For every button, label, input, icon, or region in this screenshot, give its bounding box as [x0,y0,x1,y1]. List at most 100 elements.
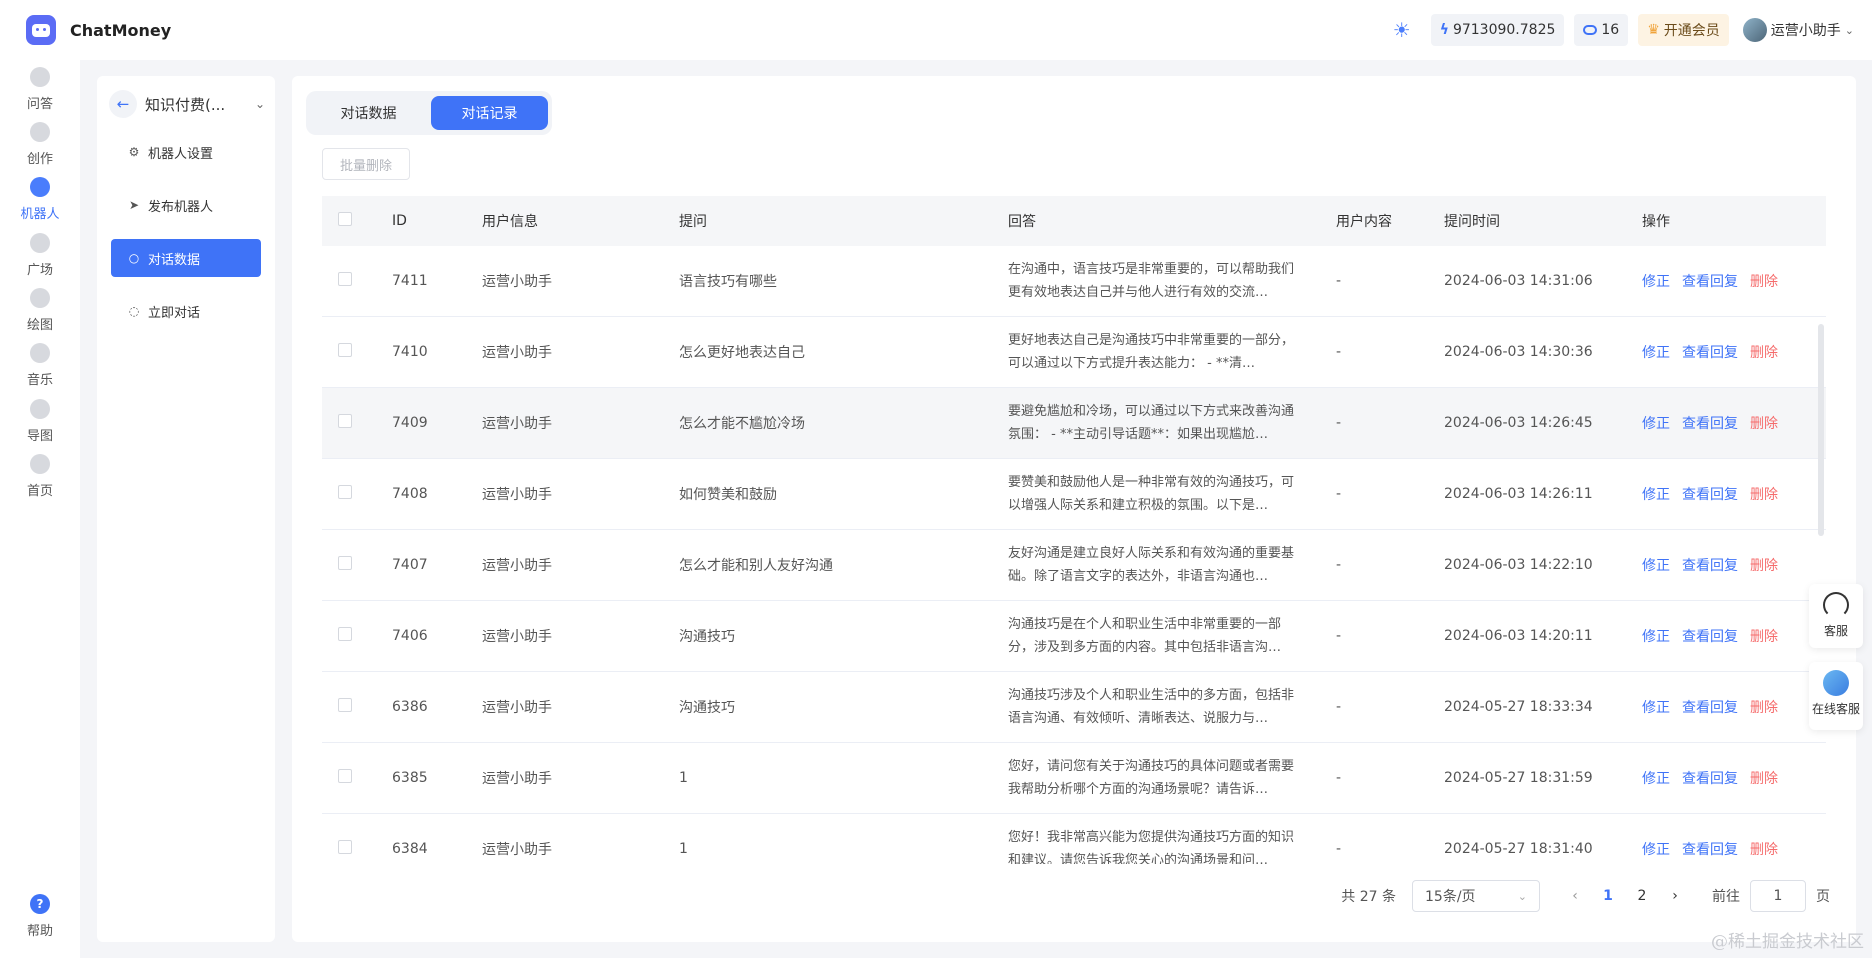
fix-link[interactable]: 修正 [1642,413,1670,433]
tab-chat-data[interactable]: 对话数据 [310,96,427,130]
customer-service-button[interactable]: 客服 [1809,584,1863,648]
row-checkbox[interactable] [338,627,352,641]
rail-item-robot[interactable]: 机器人 [0,177,80,222]
table-row[interactable]: 7409 运营小助手 怎么才能不尴尬冷场 要避免尴尬和冷场，可以通过以下方式来改善沟通… [322,388,1826,459]
grid-icon [30,233,50,253]
rail-item-music[interactable]: 音乐 [0,343,80,388]
delete-link[interactable]: 删除 [1750,839,1778,859]
cell-time: 2024-06-03 14:26:45 [1444,415,1593,431]
cell-answer: 要避免尴尬和冷场，可以通过以下方式来改善沟通氛围： - **主动引导话题**：如… [1008,404,1295,442]
row-checkbox[interactable] [338,769,352,783]
delete-link[interactable]: 删除 [1750,697,1778,717]
table-row[interactable]: 7410 运营小助手 怎么更好地表达自己 更好地表达自己是沟通技巧中非常重要的一部分，… [322,317,1826,388]
table-body: 7411 运营小助手 语言技巧有哪些 在沟通中，语言技巧是非常重要的，可以帮助我们更有… [322,246,1826,864]
table-row[interactable]: 6384 运营小助手 1 您好！我非常高兴能为您提供沟通技巧方面的知识和建议。请您告诉… [322,814,1826,864]
theme-sun-icon[interactable]: ☀ [1391,18,1413,42]
page-number[interactable]: 1 [1596,888,1620,904]
row-checkbox[interactable] [338,698,352,712]
row-checkbox[interactable] [338,272,352,286]
chat-bubble-icon [1583,25,1598,35]
view-reply-link[interactable]: 查看回复 [1682,839,1738,859]
brand[interactable]: ChatMoney [26,15,171,45]
view-reply-link[interactable]: 查看回复 [1682,484,1738,504]
delete-link[interactable]: 删除 [1750,484,1778,504]
delete-link[interactable]: 删除 [1750,413,1778,433]
view-reply-link[interactable]: 查看回复 [1682,271,1738,291]
delete-link[interactable]: 删除 [1750,342,1778,362]
robot-selector[interactable]: ← 知识付费(... ⌄ [109,90,265,118]
table-row[interactable]: 7408 运营小助手 如何赞美和鼓励 要赞美和鼓励他人是一种非常有效的沟通技巧，可以增… [322,459,1826,530]
table-row[interactable]: 6386 运营小助手 沟通技巧 沟通技巧涉及个人和职业生活中的多方面，包括非语言沟通、… [322,672,1826,743]
page-number[interactable]: 2 [1630,888,1654,904]
delete-link[interactable]: 删除 [1750,555,1778,575]
bulk-delete-button[interactable]: 批量删除 [322,148,410,180]
cell-time: 2024-05-27 18:31:40 [1444,841,1593,857]
tab-chat-records[interactable]: 对话记录 [431,96,548,130]
fix-link[interactable]: 修正 [1642,839,1670,859]
table-row[interactable]: 7407 运营小助手 怎么才能和别人友好沟通 友好沟通是建立良好人际关系和有效沟通的重… [322,530,1826,601]
rail-item-drawing[interactable]: 绘图 [0,288,80,333]
table-row[interactable]: 7411 运营小助手 语言技巧有哪些 在沟通中，语言技巧是非常重要的，可以帮助我们更有… [322,246,1826,317]
delete-link[interactable]: 删除 [1750,768,1778,788]
service-label: 客服 [1823,624,1848,638]
table-scrollbar[interactable] [1818,324,1824,536]
user-menu[interactable]: 运营小助手 ⌄ [1739,14,1858,46]
rail-item-square[interactable]: 广场 [0,233,80,278]
view-reply-link[interactable]: 查看回复 [1682,555,1738,575]
balance-badge[interactable]: ϟ 9713090.7825 [1430,14,1565,46]
rail-item-home[interactable]: 首页 [0,454,80,499]
table-row[interactable]: 6385 运营小助手 1 您好，请问您有关于沟通技巧的具体问题或者需要我帮助分析哪个方… [322,743,1826,814]
fix-link[interactable]: 修正 [1642,555,1670,575]
view-reply-link[interactable]: 查看回复 [1682,413,1738,433]
fix-link[interactable]: 修正 [1642,484,1670,504]
table-row[interactable]: 7406 运营小助手 沟通技巧 沟通技巧是在个人和职业生活中非常重要的一部分，涉及到多… [322,601,1826,672]
delete-link[interactable]: 删除 [1750,271,1778,291]
send-icon: ➤ [128,198,140,212]
subnav-item-chat-data[interactable]: ○ 对话数据 [111,239,261,277]
goto-label: 前往 [1712,889,1740,905]
view-reply-link[interactable]: 查看回复 [1682,697,1738,717]
cell-user-content: - [1336,344,1342,360]
subnav-item-chat-now[interactable]: ◌ 立即对话 [111,292,261,330]
fix-link[interactable]: 修正 [1642,271,1670,291]
view-reply-link[interactable]: 查看回复 [1682,626,1738,646]
chat-bubble-icon: ◌ [128,304,140,318]
cell-id: 7409 [392,415,428,431]
row-checkbox[interactable] [338,485,352,499]
cell-user: 运营小助手 [482,842,552,858]
row-checkbox[interactable] [338,414,352,428]
delete-link[interactable]: 删除 [1750,626,1778,646]
goto-page-input[interactable]: 1 [1750,880,1806,912]
cell-user: 运营小助手 [482,345,552,361]
prev-page-icon[interactable]: ‹ [1564,888,1586,904]
vip-button[interactable]: ♛ 开通会员 [1638,14,1729,46]
rail-item-qa[interactable]: 问答 [0,67,80,112]
row-checkbox[interactable] [338,556,352,570]
subnav-item-robot-settings[interactable]: ⚙ 机器人设置 [111,133,261,171]
cell-question: 1 [679,770,688,786]
chat-count-badge[interactable]: 16 [1574,14,1629,46]
rail-item-mindmap[interactable]: 导图 [0,399,80,444]
select-all-checkbox[interactable] [338,212,352,226]
online-service-button[interactable]: 在线客服 [1809,662,1863,730]
music-icon [30,343,50,363]
fix-link[interactable]: 修正 [1642,626,1670,646]
fix-link[interactable]: 修正 [1642,342,1670,362]
cell-time: 2024-06-03 14:31:06 [1444,273,1593,289]
rail-item-help[interactable]: ? 帮助 [0,894,80,939]
subnav-item-publish[interactable]: ➤ 发布机器人 [111,186,261,224]
cell-id: 6386 [392,699,428,715]
next-page-icon[interactable]: › [1664,888,1686,904]
fix-link[interactable]: 修正 [1642,768,1670,788]
rail-item-create[interactable]: 创作 [0,122,80,167]
cell-user-content: - [1336,486,1342,502]
back-arrow-icon[interactable]: ← [109,90,137,118]
page-size-select[interactable]: 15条/页 ⌄ [1412,880,1540,912]
view-reply-link[interactable]: 查看回复 [1682,342,1738,362]
view-reply-link[interactable]: 查看回复 [1682,768,1738,788]
rail-item-label: 帮助 [26,924,53,939]
row-checkbox[interactable] [338,343,352,357]
fix-link[interactable]: 修正 [1642,697,1670,717]
row-checkbox[interactable] [338,840,352,854]
chevron-down-icon[interactable]: ⌄ [255,97,265,111]
